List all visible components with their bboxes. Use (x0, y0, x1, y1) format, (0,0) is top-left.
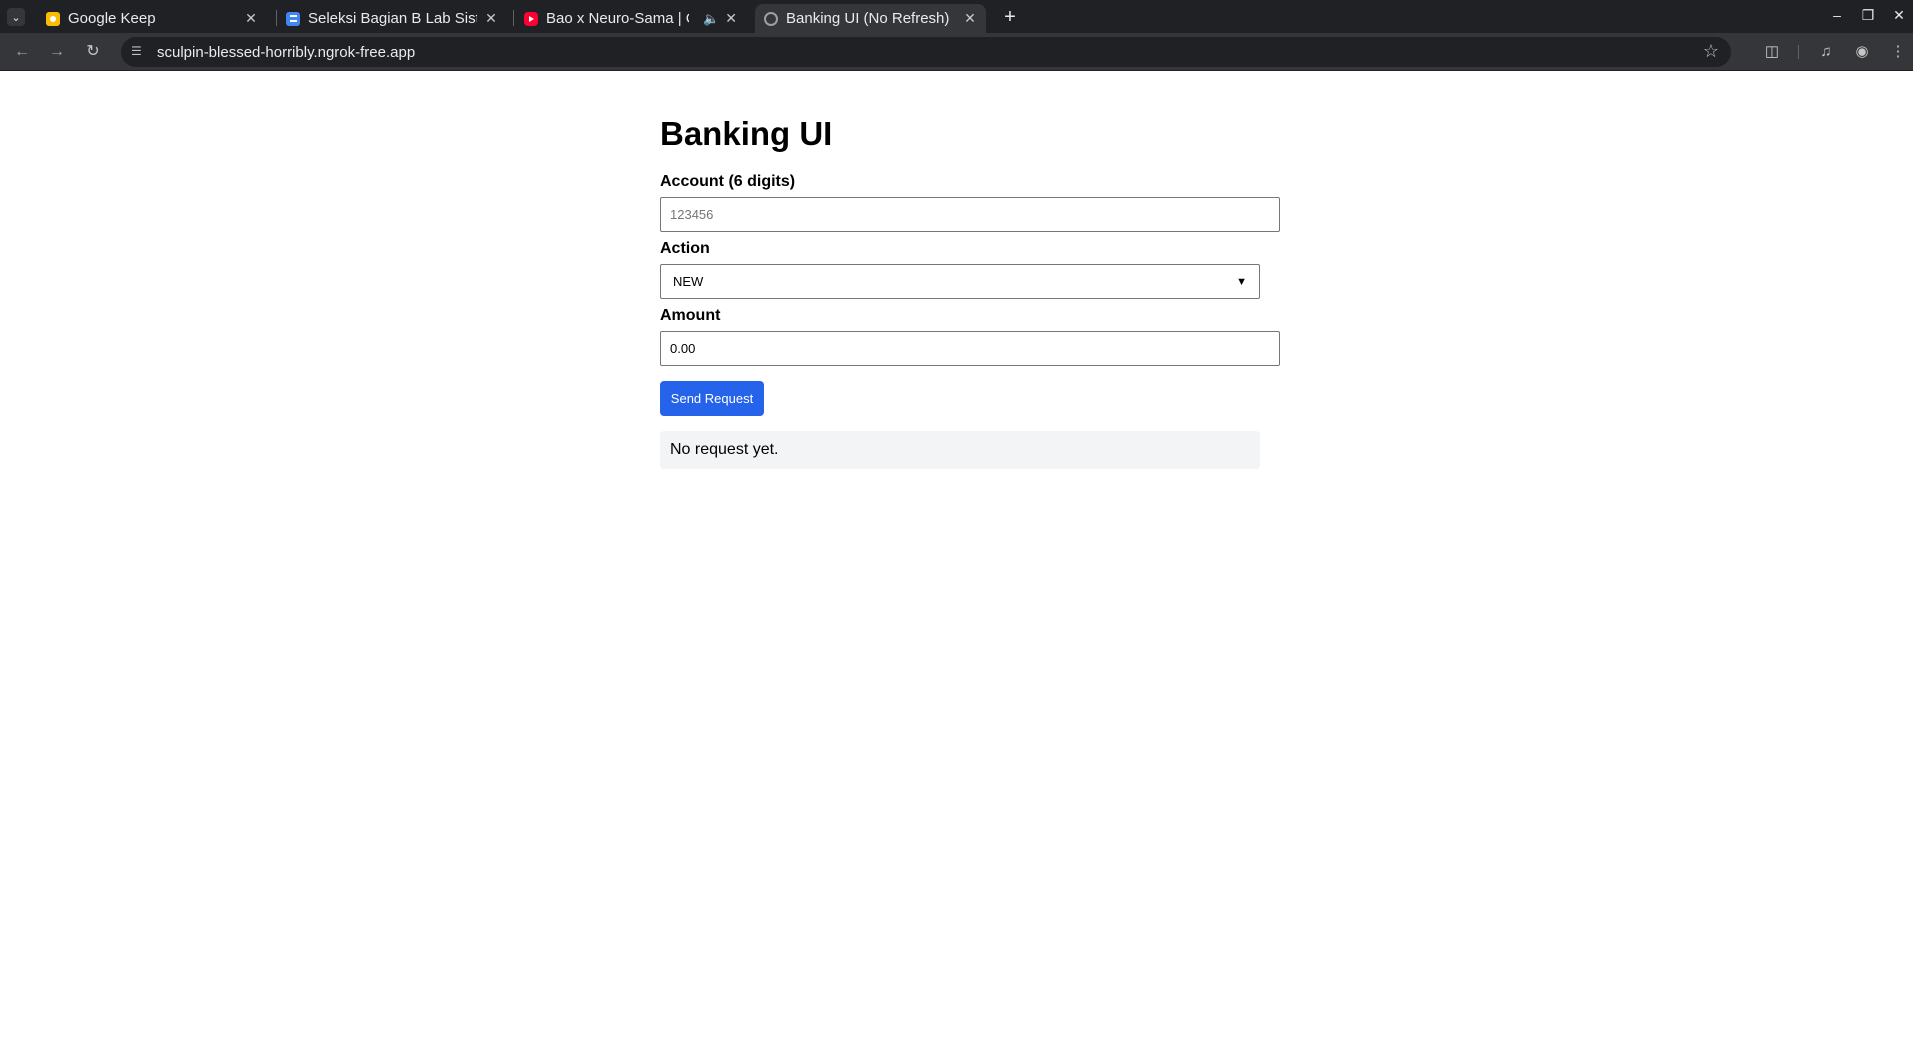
menu-kebab-icon[interactable]: ⋮ (1888, 42, 1908, 62)
close-icon[interactable]: ✕ (243, 10, 259, 27)
tab-seleksi[interactable]: Seleksi Bagian B Lab Sistem ✕ (280, 4, 505, 33)
address-bar[interactable]: ☰ sculpin-blessed-horribly.ngrok-free.ap… (121, 37, 1731, 67)
tab-divider (513, 10, 514, 26)
tab-title: Seleksi Bagian B Lab Sistem (308, 10, 477, 27)
chevron-down-icon: ▼ (1236, 275, 1247, 288)
account-label: Account (6 digits) (660, 173, 796, 190)
tab-strip: ⌄ Google Keep ✕ Seleksi Bagian B Lab Sis… (0, 0, 1913, 33)
page-content: Banking UI Account (6 digits) Action NEW… (0, 71, 1913, 1048)
google-docs-icon (286, 11, 300, 26)
amount-label: Amount (660, 307, 721, 324)
tab-title: Google Keep (68, 10, 156, 27)
url-text: sculpin-blessed-horribly.ngrok-free.app (157, 44, 416, 61)
send-request-button[interactable]: Send Request (660, 381, 764, 416)
action-label: Action (660, 240, 710, 257)
back-arrow-icon[interactable]: ← (12, 42, 32, 62)
tab-banking-ui[interactable]: Banking UI (No Refresh) ✕ (755, 4, 986, 33)
tab-google-keep[interactable]: Google Keep ✕ (40, 4, 265, 33)
new-tab-plus-icon[interactable]: + (1000, 6, 1020, 29)
globe-icon (764, 11, 778, 26)
action-selected-value: NEW (673, 274, 704, 289)
close-icon[interactable]: ✕ (483, 10, 499, 27)
browser-toolbar: ← → ↻ ☰ sculpin-blessed-horribly.ngrok-f… (0, 33, 1913, 71)
toolbar-divider (1798, 45, 1799, 59)
forward-arrow-icon[interactable]: → (47, 42, 67, 62)
tab-search-button[interactable]: ⌄ (7, 8, 25, 26)
tab-title: Banking UI (No Refresh) (786, 10, 950, 27)
restore-icon[interactable]: ❐ (1860, 7, 1876, 24)
site-info-icon[interactable]: ☰ (131, 44, 147, 60)
action-select[interactable]: NEW ▼ (660, 264, 1260, 299)
media-control-icon[interactable]: ♫ (1816, 42, 1836, 62)
tab-youtube[interactable]: Bao x Neuro-Sama | Cooking 🔈 ✕ (518, 4, 743, 33)
extensions-icon[interactable]: ◫ (1762, 42, 1782, 62)
close-icon[interactable]: ✕ (725, 10, 737, 27)
minimize-icon[interactable]: – (1829, 7, 1845, 23)
amount-input[interactable] (660, 331, 1280, 366)
speaker-icon[interactable]: 🔈 (703, 11, 719, 27)
bookmark-star-icon[interactable]: ☆ (1703, 41, 1719, 62)
page-title: Banking UI (660, 115, 833, 152)
tab-divider (276, 10, 277, 26)
profile-avatar-icon[interactable]: ◉ (1852, 42, 1872, 62)
chevron-down-icon: ⌄ (11, 11, 21, 24)
reload-icon[interactable]: ↻ (83, 42, 103, 62)
google-keep-icon (46, 11, 60, 26)
youtube-icon (524, 11, 538, 26)
close-icon[interactable]: ✕ (962, 10, 978, 27)
response-output: No request yet. (660, 431, 1260, 469)
account-input[interactable] (660, 197, 1280, 232)
window-close-icon[interactable]: ✕ (1891, 7, 1907, 24)
tab-title: Bao x Neuro-Sama | Cooking (546, 10, 689, 27)
